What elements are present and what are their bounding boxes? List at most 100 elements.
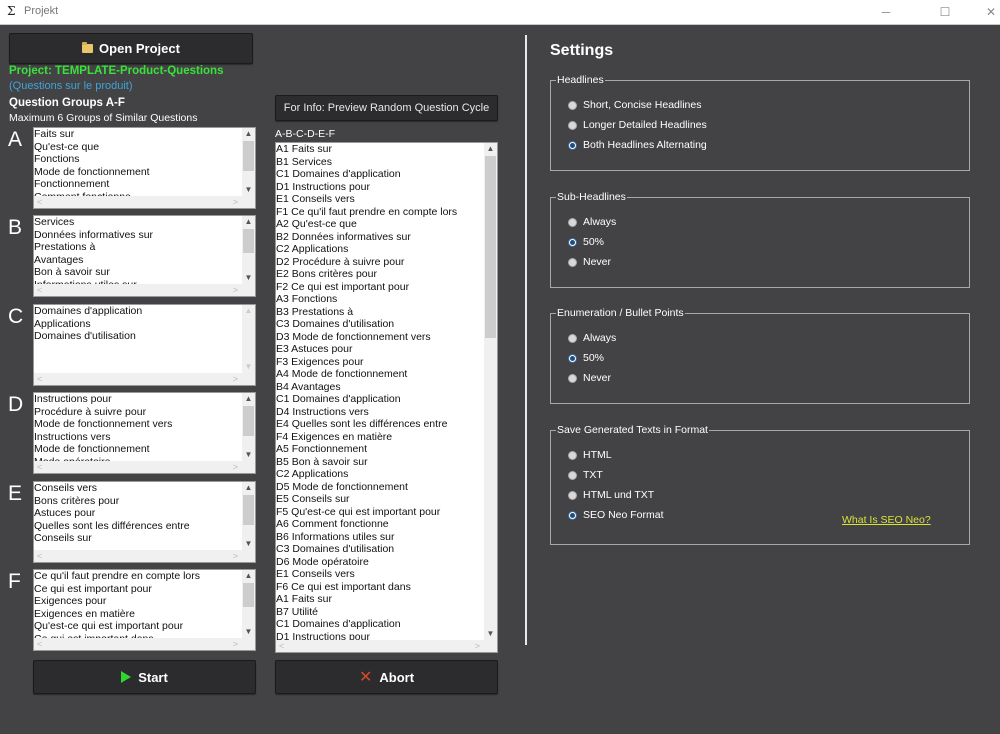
radio-unchecked-icon[interactable]: [568, 450, 577, 460]
scroll-down-icon[interactable]: ▼: [242, 184, 255, 196]
open-project-button[interactable]: Open Project: [9, 33, 253, 64]
radio-label: Longer Detailed Headlines: [583, 119, 707, 131]
vertical-scrollbar[interactable]: ▲ ▼: [242, 482, 255, 550]
what-is-seo-neo-link[interactable]: What Is SEO Neo?: [842, 514, 931, 526]
scroll-left-icon[interactable]: <: [37, 284, 42, 296]
radio-checked-icon[interactable]: [568, 140, 577, 150]
radio-unchecked-icon[interactable]: [568, 120, 577, 130]
scroll-right-icon[interactable]: >: [233, 550, 238, 562]
scroll-right-icon[interactable]: >: [233, 373, 238, 385]
scrollbar-thumb[interactable]: [243, 406, 254, 436]
horizontal-scrollbar[interactable]: < >: [34, 373, 255, 385]
cycle-preview-list[interactable]: A1 Faits sur B1 Services C1 Domaines d'app…: [275, 142, 498, 653]
radio-headlines-1[interactable]: Longer Detailed Headlines: [568, 119, 707, 131]
scroll-right-icon[interactable]: >: [233, 284, 238, 296]
radio-enumeration-2[interactable]: Never: [568, 372, 611, 384]
scroll-left-icon[interactable]: <: [37, 550, 42, 562]
radio-unchecked-icon[interactable]: [568, 470, 577, 480]
radio-format-1[interactable]: TXT: [568, 469, 603, 481]
scroll-down-icon[interactable]: ▼: [484, 628, 497, 640]
horizontal-scrollbar[interactable]: < >: [34, 461, 255, 473]
scroll-right-icon[interactable]: >: [233, 461, 238, 473]
scroll-down-icon[interactable]: ▼: [242, 538, 255, 550]
radio-unchecked-icon[interactable]: [568, 490, 577, 500]
radio-subheadlines-1[interactable]: 50%: [568, 236, 604, 248]
scroll-left-icon[interactable]: <: [37, 638, 42, 650]
scroll-down-icon[interactable]: ▼: [242, 361, 255, 373]
scroll-up-icon[interactable]: ▲: [242, 570, 255, 582]
scrollbar-thumb[interactable]: [243, 141, 254, 171]
radio-format-2[interactable]: HTML und TXT: [568, 489, 654, 501]
maximize-button[interactable]: ☐: [922, 0, 968, 24]
scrollbar-thumb[interactable]: [243, 229, 254, 253]
group-a-textarea[interactable]: Faits sur Qu'est-ce que Fonctions Mode de f…: [33, 127, 256, 209]
scroll-left-icon[interactable]: <: [37, 196, 42, 208]
horizontal-scrollbar[interactable]: < >: [34, 638, 255, 650]
scroll-right-icon[interactable]: >: [233, 638, 238, 650]
group-e-textarea[interactable]: Conseils vers Bons critères pour Astuces p…: [33, 481, 256, 563]
radio-checked-icon[interactable]: [568, 353, 577, 363]
cycle-line: B7 Utilité: [276, 605, 319, 618]
vertical-scrollbar[interactable]: ▲ ▼: [484, 143, 497, 640]
radio-headlines-2[interactable]: Both Headlines Alternating: [568, 139, 707, 151]
radio-label: SEO Neo Format: [583, 509, 664, 521]
radio-enumeration-1[interactable]: 50%: [568, 352, 604, 364]
vertical-scrollbar[interactable]: ▲ ▼: [242, 128, 255, 196]
radio-unchecked-icon[interactable]: [568, 257, 577, 267]
vertical-scrollbar[interactable]: ▲ ▼: [242, 570, 255, 638]
scroll-up-icon[interactable]: ▲: [242, 305, 255, 317]
radio-subheadlines-2[interactable]: Never: [568, 256, 611, 268]
vertical-scrollbar[interactable]: ▲ ▼: [242, 216, 255, 284]
subheadlines-group: Sub-Headlines Always 50% Never: [550, 191, 970, 288]
minimize-button[interactable]: ─: [863, 0, 909, 24]
scroll-up-icon[interactable]: ▲: [242, 393, 255, 405]
scroll-right-icon[interactable]: >: [475, 640, 480, 652]
group-f-textarea[interactable]: Ce qu'il faut prendre en compte lors Ce q…: [33, 569, 256, 651]
abort-button[interactable]: ✕ Abort: [275, 660, 498, 694]
radio-unchecked-icon[interactable]: [568, 333, 577, 343]
group-c-textarea[interactable]: Domaines d'application Applications Domain…: [33, 304, 256, 386]
scroll-left-icon[interactable]: <: [279, 640, 284, 652]
cycle-line: A1 Faits sur: [276, 593, 333, 605]
radio-checked-icon[interactable]: [568, 237, 577, 247]
vertical-scrollbar[interactable]: ▲ ▼: [242, 393, 255, 461]
scroll-up-icon[interactable]: ▲: [484, 143, 497, 155]
radio-format-3[interactable]: SEO Neo Format: [568, 509, 664, 521]
horizontal-scrollbar[interactable]: < >: [34, 196, 255, 208]
cycle-line: B5 Bon à savoir sur: [276, 455, 368, 468]
radio-enumeration-0[interactable]: Always: [568, 332, 616, 344]
subheadlines-legend: Sub-Headlines: [556, 191, 627, 203]
scroll-left-icon[interactable]: <: [37, 373, 42, 385]
horizontal-scrollbar[interactable]: < >: [276, 640, 497, 652]
scroll-up-icon[interactable]: ▲: [242, 482, 255, 494]
scrollbar-thumb[interactable]: [243, 495, 254, 525]
group-letter-d: D: [8, 393, 24, 416]
group-d-textarea[interactable]: Instructions pour Procédure à suivre pour…: [33, 392, 256, 474]
start-button[interactable]: Start: [33, 660, 256, 694]
radio-unchecked-icon[interactable]: [568, 373, 577, 383]
scroll-up-icon[interactable]: ▲: [242, 128, 255, 140]
radio-label: TXT: [583, 469, 603, 481]
horizontal-scrollbar[interactable]: < >: [34, 550, 255, 562]
scroll-up-icon[interactable]: ▲: [242, 216, 255, 228]
radio-checked-icon[interactable]: [568, 510, 577, 520]
scroll-down-icon[interactable]: ▼: [242, 626, 255, 638]
radio-subheadlines-0[interactable]: Always: [568, 216, 616, 228]
scrollbar-thumb[interactable]: [485, 156, 496, 338]
scroll-left-icon[interactable]: <: [37, 461, 42, 473]
cycle-line: B1 Services: [276, 155, 333, 168]
radio-unchecked-icon[interactable]: [568, 100, 577, 110]
scroll-down-icon[interactable]: ▼: [242, 272, 255, 284]
close-button[interactable]: ✕: [968, 0, 1000, 24]
scroll-right-icon[interactable]: >: [233, 196, 238, 208]
horizontal-scrollbar[interactable]: < >: [34, 284, 255, 296]
radio-unchecked-icon[interactable]: [568, 217, 577, 227]
radio-headlines-0[interactable]: Short, Concise Headlines: [568, 99, 701, 111]
radio-label: Never: [583, 372, 612, 384]
radio-format-0[interactable]: HTML: [568, 449, 612, 461]
vertical-scrollbar[interactable]: ▲ ▼: [242, 305, 255, 373]
group-b-textarea[interactable]: Services Données informatives sur Prestati…: [33, 215, 256, 297]
scroll-down-icon[interactable]: ▼: [242, 449, 255, 461]
scrollbar-thumb[interactable]: [243, 583, 254, 607]
preview-cycle-button[interactable]: For Info: Preview Random Question Cycle: [275, 95, 498, 121]
